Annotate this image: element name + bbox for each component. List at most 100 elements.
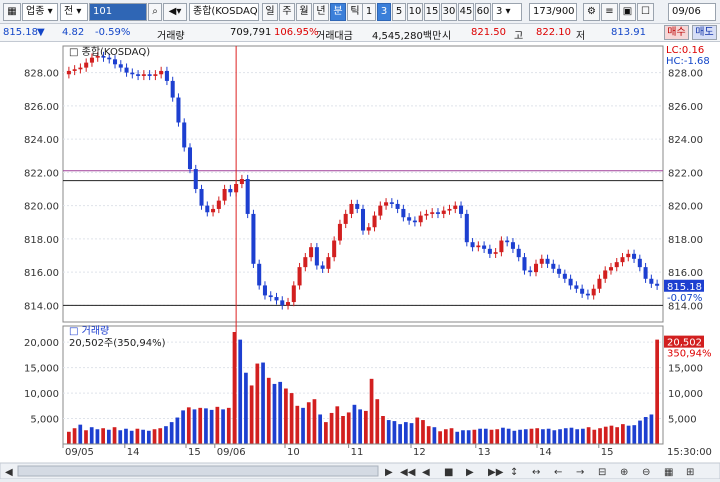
x-label-7: 13	[478, 447, 491, 458]
candle-31	[245, 179, 250, 214]
period-button-1[interactable]: 주	[279, 3, 295, 21]
sell-button[interactable]: 매도	[692, 25, 717, 40]
code-input[interactable]: 101	[89, 3, 147, 21]
candle-94	[608, 267, 613, 271]
volume-bar-78	[512, 430, 517, 444]
lines-icon[interactable]: ≡	[601, 3, 618, 21]
candle-62	[424, 213, 429, 216]
volume-bar-77	[506, 428, 511, 444]
period-button-3[interactable]: 년	[313, 3, 329, 21]
candle-75	[499, 240, 504, 253]
interval-button-5[interactable]: 5	[392, 3, 406, 21]
market-type-select[interactable]: 전 ▾	[60, 3, 88, 21]
x-label-2: 15	[188, 447, 201, 458]
period-button-2[interactable]: 월	[296, 3, 312, 21]
chart-control-icon-2: ■	[444, 467, 453, 478]
volume-tick-left-2: 10,000	[24, 389, 59, 400]
candle-41	[303, 257, 308, 268]
candle-26	[216, 200, 221, 209]
volume-bar-5	[95, 429, 100, 444]
search-icon[interactable]: ⌕	[148, 3, 162, 21]
volume-bar-69	[461, 430, 465, 444]
candle-44	[320, 265, 325, 269]
interval-button-3[interactable]: 3	[377, 3, 391, 21]
candle-65	[441, 210, 446, 214]
interval-select[interactable]: 3 ▾	[492, 3, 522, 21]
chart-area[interactable]: 828.00 828.00 826.00 826.00 824.00 824.00 822.…	[0, 42, 720, 480]
volume-bar-25	[209, 409, 214, 444]
price-tick-left-6: 816.00	[24, 268, 59, 279]
price-tick-right-2: 824.00	[668, 135, 703, 146]
interval-button-1[interactable]: 1	[362, 3, 376, 21]
price-tick-right-1: 826.00	[668, 102, 703, 113]
candle-16	[159, 70, 164, 75]
date-field[interactable]: 09/06	[668, 3, 716, 21]
candle-88	[574, 285, 579, 289]
candle-71	[476, 245, 481, 248]
volume-bar-76	[501, 427, 505, 444]
check-icon[interactable]: ☐	[637, 3, 654, 21]
candle-54	[378, 205, 383, 216]
x-label-1: 14	[127, 447, 140, 458]
price-tick-right-3: 822.00	[668, 168, 703, 179]
candle-43	[314, 247, 319, 266]
period-button-4[interactable]: 분	[330, 3, 346, 21]
volume-title: □ 거래량	[69, 325, 109, 337]
speaker-icon[interactable]: ◀▾	[163, 3, 187, 21]
chart-control-icon-9: ⊟	[598, 467, 606, 478]
open-value: 821.50	[471, 27, 506, 38]
candle-68	[459, 205, 464, 214]
save-icon[interactable]: ▣	[619, 3, 636, 21]
x-label-3: 09/06	[217, 447, 246, 458]
interval-button-60[interactable]: 60	[475, 3, 491, 21]
candle-102	[655, 283, 660, 286]
candle-86	[562, 273, 567, 279]
low-label: 저	[576, 31, 586, 42]
chart-control-icon-13: ⊞	[686, 467, 694, 478]
volume-bar-60	[409, 423, 414, 444]
volume-bar-32	[249, 385, 254, 444]
candle-87	[568, 278, 573, 286]
volume-bar-47	[335, 406, 340, 444]
grid-icon[interactable]: ▦	[3, 3, 21, 21]
change-value: 4.82	[62, 27, 85, 38]
volume-tick-left-0: 20,000	[24, 338, 59, 349]
high-value: 822.10	[536, 27, 571, 38]
interval-button-10[interactable]: 10	[407, 3, 423, 21]
market-select[interactable]: 업종 ▾	[22, 3, 58, 21]
period-button-5[interactable]: 틱	[347, 3, 363, 21]
interval-button-45[interactable]: 45	[458, 3, 474, 21]
hc-label: HC:-1.68	[666, 56, 710, 67]
candle-91	[591, 288, 596, 296]
candle-100	[643, 267, 648, 279]
volume-bar-39	[289, 393, 294, 444]
volume-bar-24	[204, 408, 208, 444]
interval-button-30[interactable]: 30	[441, 3, 457, 21]
interval-button-15[interactable]: 15	[424, 3, 440, 21]
buy-button[interactable]: 매수	[664, 25, 689, 40]
period-button-0[interactable]: 일	[262, 3, 278, 21]
volume-bar-64	[432, 427, 437, 444]
candle-66	[447, 208, 452, 211]
volume-bar-4	[89, 427, 94, 444]
volume-bar-29	[232, 332, 237, 444]
chart-svg[interactable]: 828.00 828.00 826.00 826.00 824.00 824.00 822.…	[0, 42, 720, 480]
candle-4	[89, 57, 94, 63]
volume-bar-86	[558, 429, 562, 444]
volume-bar-31	[244, 372, 248, 444]
candle-34	[262, 285, 267, 296]
price-tick-right-6: 816.00	[668, 268, 703, 279]
volume-bar-72	[478, 428, 482, 444]
volume-bar-85	[552, 430, 557, 444]
price-tick-left-7: 814.00	[24, 301, 59, 312]
candle-67	[453, 205, 458, 209]
volume-bar-67	[449, 428, 454, 444]
volume-bar-37	[278, 381, 283, 444]
volume-label: 거래량	[157, 31, 185, 42]
candle-22	[193, 169, 198, 189]
index-name: 종합(KOSDAQ)	[189, 3, 259, 21]
settings-icon[interactable]: ⚙	[583, 3, 600, 21]
chart-control-icon-0: ◀◀	[400, 467, 416, 478]
volume-bar-80	[523, 429, 528, 444]
volume-bar-19	[175, 417, 180, 444]
